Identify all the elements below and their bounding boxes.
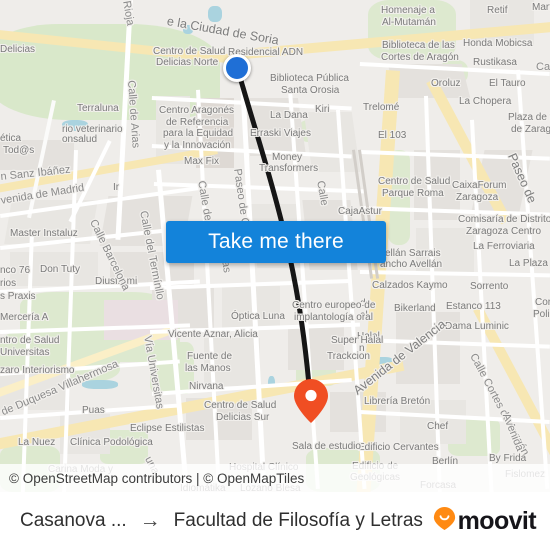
city-block [303, 112, 361, 172]
trip-origin-label: Casanova ... [20, 510, 127, 531]
map-canvas[interactable]: Delicias Terraluna rio veterinario onsalud é… [0, 0, 550, 492]
city-block [416, 228, 474, 274]
trip-summary[interactable]: Casanova ... → Facultad de Filosofía y L… [20, 509, 423, 533]
city-block [400, 400, 466, 444]
water-area [62, 120, 88, 131]
destination-pin-marker[interactable] [292, 378, 330, 424]
map-attribution: © OpenStreetMap contributors | © OpenMap… [0, 464, 550, 492]
water-area [208, 6, 222, 22]
water-area [183, 25, 193, 34]
city-block [10, 252, 98, 286]
moovit-pin-icon [433, 506, 456, 536]
take-me-there-button[interactable]: Take me there [166, 221, 386, 263]
moovit-map-screen: Delicias Terraluna rio veterinario onsalud é… [0, 0, 550, 550]
water-area [82, 380, 118, 389]
city-block [396, 312, 460, 384]
city-block [288, 326, 344, 370]
origin-dot-marker[interactable] [223, 54, 251, 82]
moovit-logo[interactable]: moovit [433, 506, 537, 536]
trip-destination-label: Facultad de Filosofía y Letras - Edific.… [173, 510, 423, 531]
city-block [470, 0, 534, 46]
park-area [368, 0, 456, 60]
attribution-text: © OpenStreetMap contributors | © OpenMap… [9, 470, 305, 486]
trip-bottom-bar: Casanova ... → Facultad de Filosofía y L… [0, 492, 550, 550]
moovit-wordmark: moovit [457, 506, 537, 535]
arrow-right-icon: → [139, 509, 161, 532]
